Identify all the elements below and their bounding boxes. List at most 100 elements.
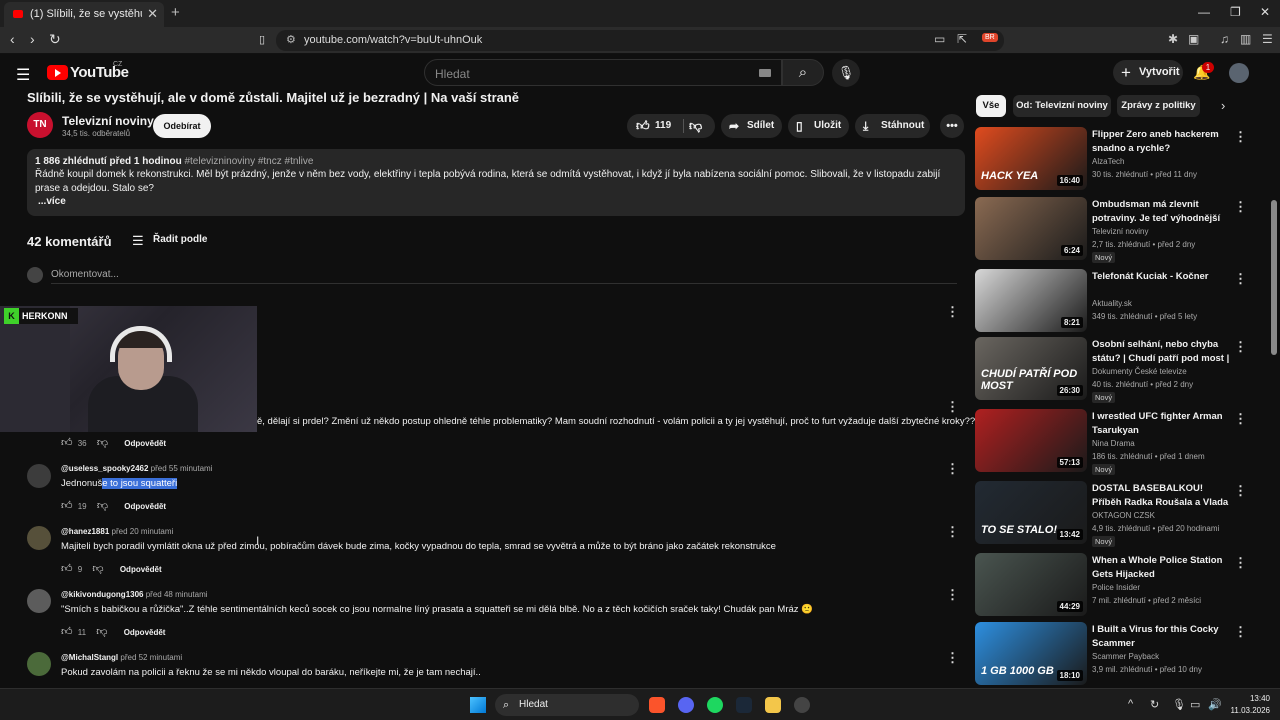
spotify-icon[interactable] xyxy=(707,697,723,713)
share-button[interactable]: ➦ Sdílet xyxy=(721,114,782,138)
video-title[interactable]: I wrestled UFC fighter Arman Tsarukyan xyxy=(1092,410,1230,437)
commenter-avatar[interactable] xyxy=(27,652,51,676)
video-menu-icon[interactable]: ⋮ xyxy=(1234,483,1247,499)
channel-name[interactable]: Televizní noviny xyxy=(62,114,154,128)
comment-menu-icon[interactable]: ⋮ xyxy=(946,650,959,666)
comment-dislike-icon[interactable]: 👎︎ xyxy=(92,563,103,575)
comment-time[interactable]: před 52 minutami xyxy=(120,653,182,662)
video-menu-icon[interactable]: ⋮ xyxy=(1234,339,1247,355)
tab-close-icon[interactable]: ✕ xyxy=(147,6,158,22)
tray-chevron-icon[interactable]: ^ xyxy=(1128,698,1133,710)
cast-icon[interactable]: ▭ xyxy=(934,32,945,46)
video-menu-icon[interactable]: ⋮ xyxy=(1234,555,1247,571)
minimize-icon[interactable]: — xyxy=(1198,5,1210,19)
reply-button[interactable]: Odpovědět xyxy=(124,502,166,511)
browser-tab[interactable]: (1) Slíbili, že se vystěhují, ale v d...… xyxy=(4,2,164,27)
share-page-icon[interactable]: ⇱ xyxy=(957,32,967,46)
create-button[interactable]: + Vytvořit xyxy=(1113,60,1183,85)
comment-dislike-icon[interactable]: 👎︎ xyxy=(97,500,108,512)
comment-time[interactable]: před 55 minutami xyxy=(151,464,213,473)
channel-avatar[interactable]: TN xyxy=(27,112,53,138)
video-thumbnail[interactable]: 44:29 xyxy=(975,553,1087,616)
extensions-icon[interactable]: ✱ xyxy=(1168,32,1178,46)
save-button[interactable]: ▯ Uložit xyxy=(788,114,849,138)
keyboard-icon[interactable] xyxy=(759,69,771,77)
video-channel[interactable]: Nina Drama xyxy=(1092,439,1135,448)
comment-menu-icon[interactable]: ⋮ xyxy=(946,587,959,603)
chips-next-icon[interactable]: › xyxy=(1221,98,1225,113)
video-title[interactable]: Flipper Zero aneb hackerem snadno a rych… xyxy=(1092,128,1230,155)
description-box[interactable]: 1 886 zhlédnutí před 1 hodinou #televizn… xyxy=(27,149,965,216)
tray-network-icon[interactable]: ▭ xyxy=(1190,698,1200,711)
comment-author[interactable]: @MichalStangl xyxy=(61,653,118,662)
more-actions-button[interactable]: ••• xyxy=(940,114,964,138)
menu-icon[interactable]: ☰ xyxy=(16,65,30,85)
video-thumbnail[interactable]: 57:13 xyxy=(975,409,1087,472)
recommended-video[interactable]: 1 GB 1000 GB 18:10 I Built a Virus for thi… xyxy=(975,622,1247,686)
reload-icon[interactable]: ↻ xyxy=(49,31,61,48)
bookmark-icon[interactable]: ▯ xyxy=(259,33,265,46)
maximize-icon[interactable]: ❐ xyxy=(1230,5,1241,19)
sidebar-toggle-icon[interactable]: ▥ xyxy=(1240,32,1251,46)
chip-from-channel[interactable]: Od: Televizní noviny xyxy=(1013,95,1111,117)
video-channel[interactable]: Aktuality.sk xyxy=(1092,299,1132,308)
comment-menu-icon[interactable]: ⋮ xyxy=(946,399,959,415)
tray-volume-icon[interactable]: 🔊 xyxy=(1208,698,1222,711)
video-channel[interactable]: Scammer Payback xyxy=(1092,652,1159,661)
video-channel[interactable]: Televizní noviny xyxy=(1092,227,1148,236)
wallet-icon[interactable]: ▣ xyxy=(1188,32,1199,46)
forward-icon[interactable]: › xyxy=(30,31,35,47)
comment-author[interactable]: @useless_spooky2462 xyxy=(61,464,148,473)
video-menu-icon[interactable]: ⋮ xyxy=(1234,624,1247,640)
comment-input[interactable]: Okomentovat... xyxy=(51,269,119,280)
video-menu-icon[interactable]: ⋮ xyxy=(1234,271,1247,287)
video-menu-icon[interactable]: ⋮ xyxy=(1234,129,1247,145)
search-input[interactable]: Hledat xyxy=(424,59,782,86)
comment-author[interactable]: @hanez1881 xyxy=(61,527,109,536)
brave-browser-icon[interactable] xyxy=(649,697,665,713)
tray-mic-icon[interactable]: 🎙 xyxy=(1172,698,1186,711)
back-icon[interactable]: ‹ xyxy=(10,31,15,47)
sort-button[interactable]: Řadit podle xyxy=(153,234,207,245)
video-title[interactable]: Osobní selhání, nebo chyba státu? | Chud… xyxy=(1092,338,1230,365)
media-icon[interactable]: ♫ xyxy=(1220,32,1229,46)
sort-icon[interactable]: ☰ xyxy=(132,233,144,249)
video-title[interactable]: When a Whole Police Station Gets Hijacke… xyxy=(1092,554,1230,581)
video-title[interactable]: Ombudsman má zlevnit potraviny. Je teď v… xyxy=(1092,198,1230,225)
commenter-avatar[interactable] xyxy=(27,589,51,613)
chip-all[interactable]: Vše xyxy=(976,95,1006,117)
site-info-icon[interactable]: ⚙ xyxy=(286,33,296,46)
recommended-video[interactable]: 44:29 When a Whole Police Station Gets Hi… xyxy=(975,553,1247,617)
video-menu-icon[interactable]: ⋮ xyxy=(1234,199,1247,215)
comment-like-icon[interactable]: 👍︎ xyxy=(61,563,73,575)
recommended-video[interactable]: 57:13 I wrestled UFC fighter Arman Tsaruk… xyxy=(975,409,1247,475)
new-tab-button[interactable]: + xyxy=(171,4,180,21)
video-channel[interactable]: Dokumenty České televize xyxy=(1092,367,1187,376)
video-thumbnail[interactable]: 8:21 xyxy=(975,269,1087,332)
reply-button[interactable]: Odpovědět xyxy=(124,628,166,637)
app-icon[interactable] xyxy=(794,697,810,713)
comment-dislike-icon[interactable]: 👎︎ xyxy=(97,437,108,449)
comment-menu-icon[interactable]: ⋮ xyxy=(946,304,959,320)
commenter-avatar[interactable] xyxy=(27,526,51,550)
commenter-avatar[interactable] xyxy=(27,464,51,488)
download-button[interactable]: ⤓ Stáhnout xyxy=(855,114,930,138)
comment-author[interactable]: @kikivondugong1306 xyxy=(61,590,143,599)
comment-like-icon[interactable]: 👍︎ xyxy=(61,500,73,512)
chip-politics-news[interactable]: Zprávy z politiky xyxy=(1117,95,1200,117)
browser-menu-icon[interactable]: ☰ xyxy=(1262,32,1273,46)
windows-start-icon[interactable] xyxy=(470,697,486,713)
comment-menu-icon[interactable]: ⋮ xyxy=(946,524,959,540)
recommended-video[interactable]: TO SE STALO! 13:42 DOSTAL BASEBALKOU! Příb… xyxy=(975,481,1247,547)
hashtags[interactable]: #televizninoviny #tncz #tnlive xyxy=(184,156,313,167)
video-thumbnail[interactable]: 6:24 xyxy=(975,197,1087,260)
taskbar-search[interactable]: ⌕ Hledat xyxy=(495,694,639,716)
tray-sync-icon[interactable]: ↻ xyxy=(1150,698,1159,711)
like-icon[interactable]: 👍︎ xyxy=(636,114,650,138)
video-menu-icon[interactable]: ⋮ xyxy=(1234,411,1247,427)
file-explorer-icon[interactable] xyxy=(765,697,781,713)
dislike-icon[interactable]: 👎︎ xyxy=(689,114,702,138)
video-channel[interactable]: AlzaTech xyxy=(1092,157,1124,166)
window-close-icon[interactable]: ✕ xyxy=(1260,5,1270,19)
video-title[interactable]: Telefonát Kuciak - Kočner xyxy=(1092,270,1230,284)
